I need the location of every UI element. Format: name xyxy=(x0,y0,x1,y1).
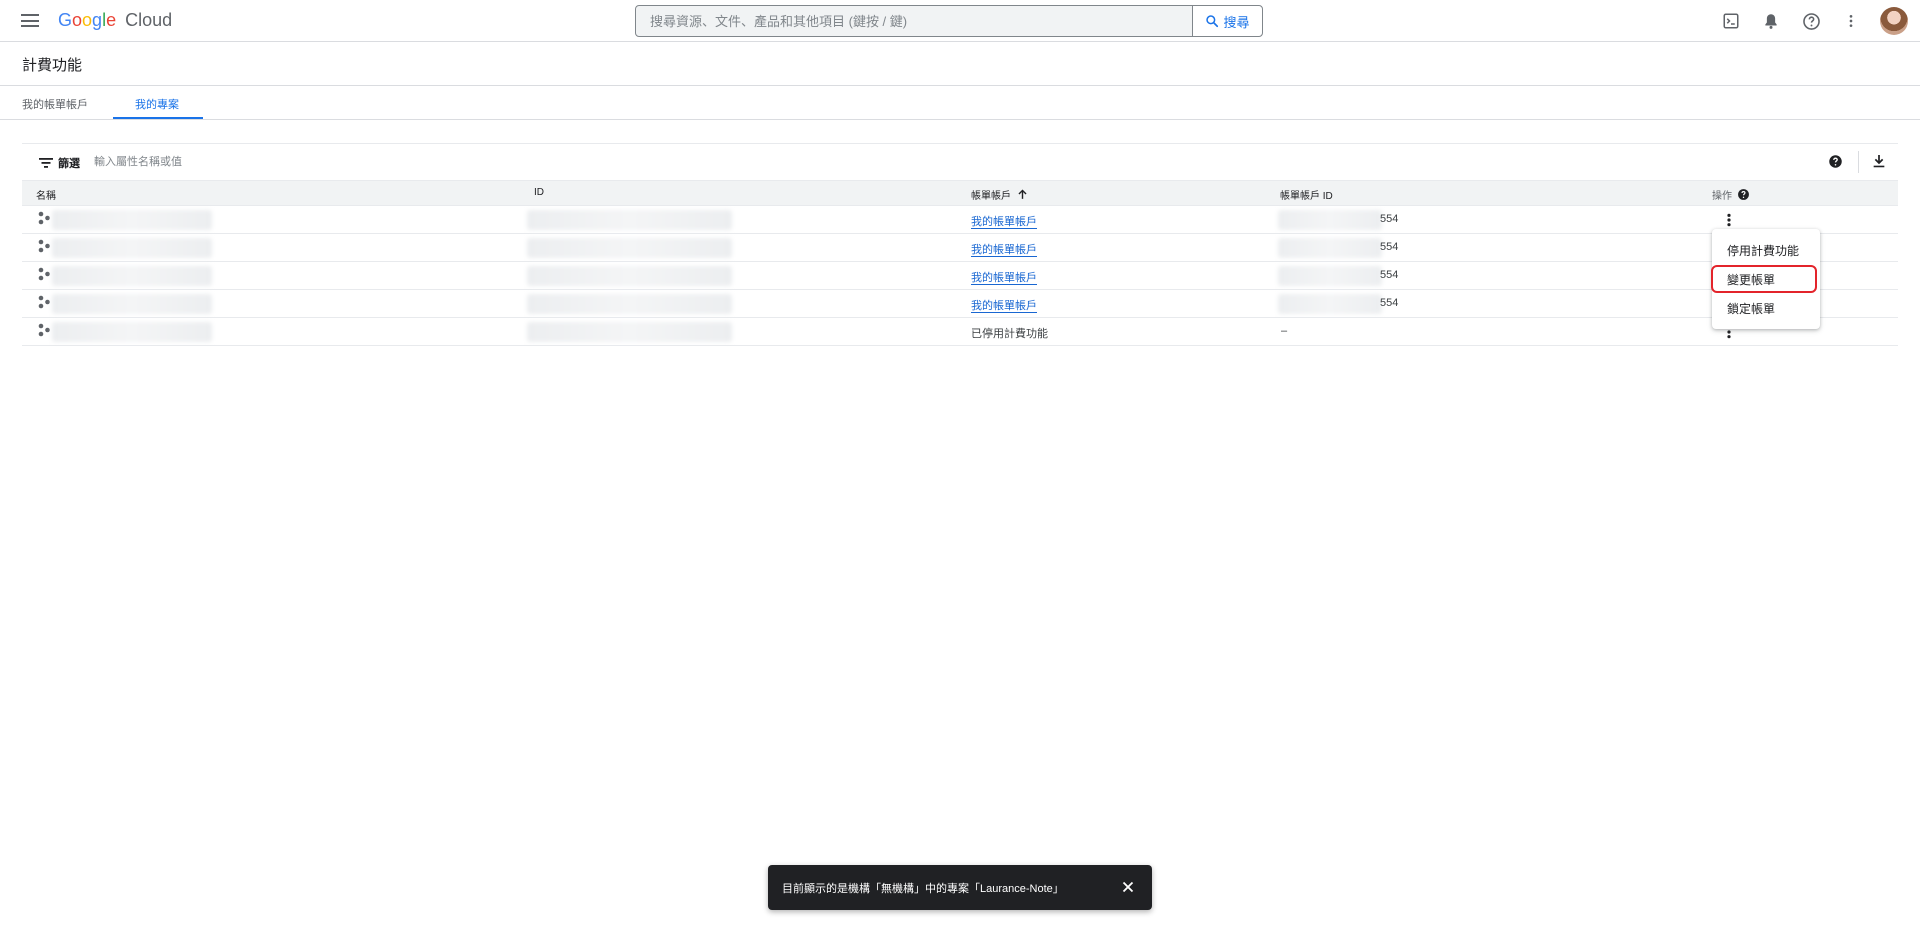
billing-account-id-redacted xyxy=(1278,238,1382,258)
close-icon[interactable] xyxy=(1119,878,1137,896)
column-header-actions-label: 操作 xyxy=(1712,191,1732,202)
help-icon[interactable] xyxy=(1794,6,1828,36)
billing-account-id-redacted xyxy=(1278,210,1382,230)
menu-icon[interactable] xyxy=(21,14,39,27)
filter-icon xyxy=(39,158,53,168)
column-header-billing-account-id[interactable]: 帳單帳戶 ID xyxy=(1280,187,1333,202)
table-row: 已停用計費功能 – xyxy=(22,318,1898,346)
project-name-redacted[interactable] xyxy=(52,322,212,342)
project-name-redacted[interactable] xyxy=(52,266,212,286)
project-name-redacted[interactable] xyxy=(52,294,212,314)
active-tab-indicator xyxy=(113,117,203,119)
project-icon xyxy=(38,295,50,309)
sort-ascending-icon xyxy=(1018,189,1027,199)
tab-my-billing-accounts[interactable]: 我的帳單帳戶 xyxy=(22,96,88,112)
billing-account-link-text: 我的帳單帳戶 xyxy=(971,300,1037,313)
logo-cloud-text: Cloud xyxy=(125,10,173,30)
search-button-label: 搜尋 xyxy=(1223,14,1250,30)
billing-account-id-suffix: 554 xyxy=(1380,213,1399,225)
billing-account-link[interactable]: 我的帳單帳戶 xyxy=(971,213,1037,229)
search-button[interactable]: 搜尋 xyxy=(1192,6,1262,36)
terminal-icon[interactable] xyxy=(1714,6,1748,36)
snackbar-message: 目前顯示的是機構「無機構」中的專案「Laurance-Note」 xyxy=(782,883,1064,895)
table-header: 名稱 ID 帳單帳戶 帳單帳戶 ID 操作 xyxy=(22,181,1898,206)
table-row: 我的帳單帳戶 554 xyxy=(22,262,1898,290)
billing-account-id-empty: – xyxy=(1281,325,1288,337)
billing-account-id-suffix: 554 xyxy=(1380,297,1399,309)
download-icon[interactable] xyxy=(1871,153,1887,174)
column-header-id[interactable]: ID xyxy=(534,187,544,198)
project-icon xyxy=(38,267,50,281)
billing-account-link-text: 我的帳單帳戶 xyxy=(971,244,1037,257)
column-header-actions: 操作 xyxy=(1712,187,1750,202)
tab-my-projects[interactable]: 我的專案 xyxy=(135,96,179,112)
avatar[interactable] xyxy=(1880,7,1908,35)
bell-icon[interactable] xyxy=(1754,6,1788,36)
tab-bar: 我的帳單帳戶 我的專案 xyxy=(0,86,1920,120)
project-icon xyxy=(38,323,50,337)
row-actions-more-icon[interactable] xyxy=(1721,212,1737,228)
project-id-redacted xyxy=(527,294,732,314)
column-header-name[interactable]: 名稱 xyxy=(36,187,56,202)
table-row: 我的帳單帳戶 554 xyxy=(22,290,1898,318)
billing-account-id-redacted xyxy=(1278,294,1382,314)
billing-account-link[interactable]: 我的帳單帳戶 xyxy=(971,241,1037,257)
top-actions xyxy=(1714,6,1908,36)
project-icon xyxy=(38,239,50,253)
menu-item-disable-billing[interactable]: 停用計費功能 xyxy=(1727,242,1799,259)
column-header-billing-account-label: 帳單帳戶 xyxy=(971,191,1011,202)
filter-button[interactable]: 篩選 xyxy=(39,155,80,171)
filter-bar: 篩選 xyxy=(22,143,1898,181)
billing-account-link[interactable]: 我的帳單帳戶 xyxy=(971,269,1037,285)
billing-account-link-text: 我的帳單帳戶 xyxy=(971,216,1037,229)
project-id-redacted xyxy=(527,238,732,258)
snackbar: 目前顯示的是機構「無機構」中的專案「Laurance-Note」 xyxy=(768,865,1152,910)
project-icon xyxy=(38,211,50,225)
billing-account-id-suffix: 554 xyxy=(1380,241,1399,253)
billing-account-link[interactable]: 我的帳單帳戶 xyxy=(971,297,1037,313)
page-title-bar: 計費功能 xyxy=(0,42,1920,86)
more-vert-icon[interactable] xyxy=(1834,6,1868,36)
top-bar: Google Cloud 搜尋 xyxy=(0,0,1920,42)
filter-input[interactable] xyxy=(94,154,494,170)
project-id-redacted xyxy=(527,322,732,342)
toolbar-divider xyxy=(1858,151,1859,173)
search-input[interactable] xyxy=(636,6,1192,36)
project-id-redacted xyxy=(527,266,732,286)
google-cloud-logo[interactable]: Google Cloud xyxy=(58,10,172,31)
actions-help-icon[interactable] xyxy=(1737,188,1750,201)
column-header-billing-account[interactable]: 帳單帳戶 xyxy=(971,187,1029,202)
project-id-redacted xyxy=(527,210,732,230)
highlight-annotation xyxy=(1711,265,1817,293)
filter-label: 篩選 xyxy=(58,158,80,170)
table-row: 我的帳單帳戶 554 xyxy=(22,206,1898,234)
table-row: 我的帳單帳戶 554 xyxy=(22,234,1898,262)
menu-item-lock-billing[interactable]: 鎖定帳單 xyxy=(1727,300,1775,317)
table-help-icon[interactable] xyxy=(1828,154,1843,174)
search-box: 搜尋 xyxy=(635,5,1263,37)
project-name-redacted[interactable] xyxy=(52,238,212,258)
search-icon xyxy=(1206,15,1219,28)
page-title: 計費功能 xyxy=(22,57,83,74)
project-name-redacted[interactable] xyxy=(52,210,212,230)
billing-disabled-status: 已停用計費功能 xyxy=(971,328,1048,340)
billing-account-id-suffix: 554 xyxy=(1380,269,1399,281)
billing-account-id-redacted xyxy=(1278,266,1382,286)
billing-account-link-text: 我的帳單帳戶 xyxy=(971,272,1037,285)
logo-google-text: Google xyxy=(58,10,117,30)
